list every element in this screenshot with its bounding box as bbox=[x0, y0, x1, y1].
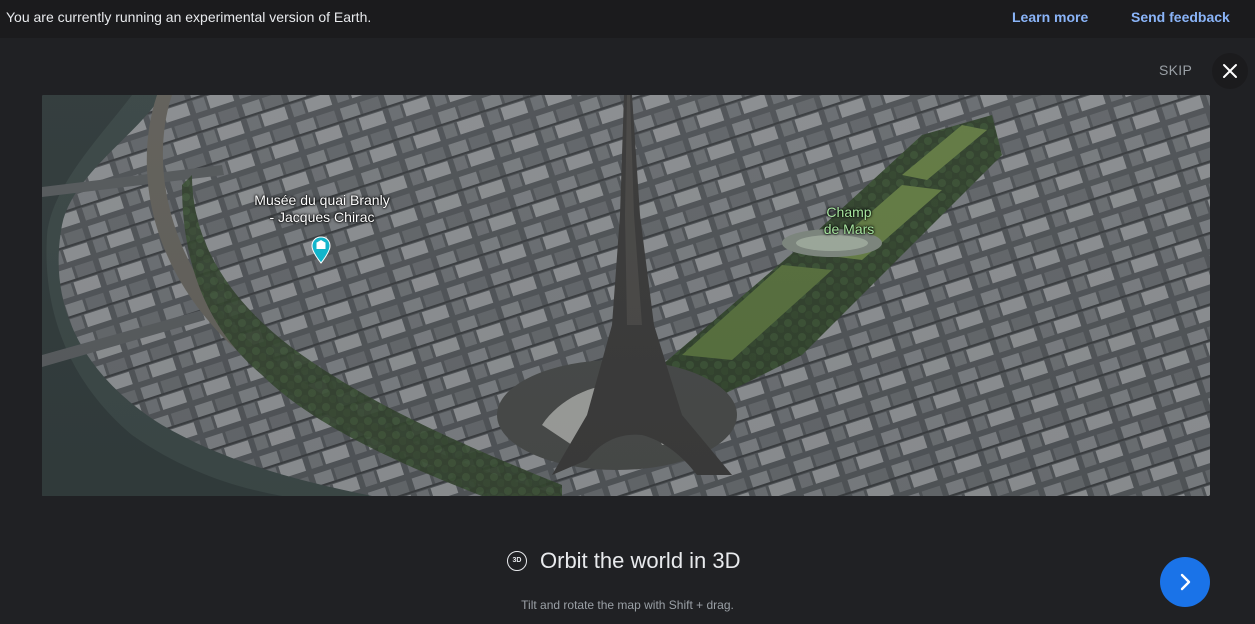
3d-icon: 3D bbox=[507, 551, 527, 571]
tour-hero-image: Musée du quai Branly - Jacques Chirac Ch… bbox=[42, 95, 1210, 496]
learn-more-link[interactable]: Learn more bbox=[1012, 9, 1088, 25]
next-button[interactable] bbox=[1160, 557, 1210, 607]
close-icon bbox=[1223, 64, 1237, 78]
park-map-label: Champ de Mars bbox=[823, 204, 875, 237]
experimental-banner: You are currently running an experimenta… bbox=[0, 0, 1255, 38]
museum-pin-icon bbox=[311, 236, 331, 264]
chevron-right-icon bbox=[1180, 573, 1191, 591]
close-button[interactable] bbox=[1212, 53, 1248, 89]
museum-map-label: Musée du quai Branly - Jacques Chirac bbox=[254, 192, 390, 225]
step-title: Orbit the world in 3D bbox=[540, 548, 741, 573]
skip-button[interactable]: SKIP bbox=[1159, 62, 1192, 78]
aerial-paris-image bbox=[42, 95, 1210, 496]
step-description: Tilt and rotate the map with Shift + dra… bbox=[521, 598, 734, 612]
send-feedback-link[interactable]: Send feedback bbox=[1131, 9, 1230, 25]
banner-message: You are currently running an experimenta… bbox=[6, 9, 372, 25]
